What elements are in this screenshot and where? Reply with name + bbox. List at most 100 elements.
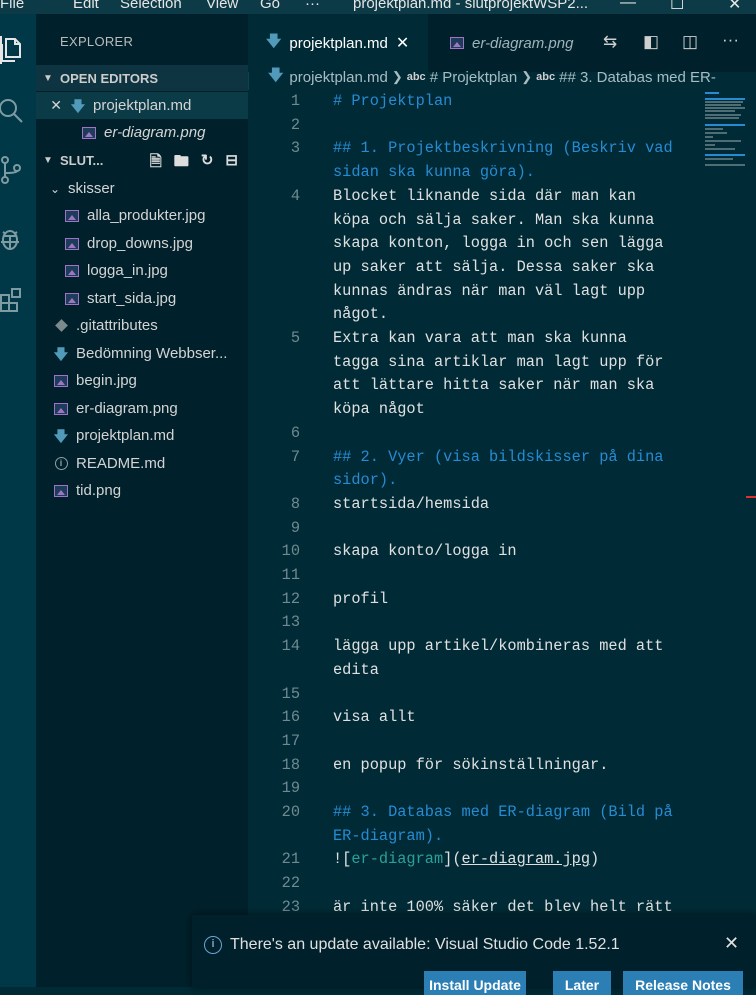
minimize-icon[interactable]: — (620, 0, 636, 12)
folder-header[interactable]: ▼ SLUT... 🗎 🖿 ↻ ⊟ (36, 147, 248, 173)
line-number: 11 (281, 566, 300, 584)
tree-item[interactable]: begin.jpg (36, 367, 248, 394)
code-line[interactable]: ## 2. Vyer (visa bildskisser på dina (333, 448, 663, 466)
chevron-down-icon: ⌄ (49, 181, 60, 196)
notification-message: There's an update available: Visual Stud… (230, 936, 620, 953)
code-line[interactable]: startsida/hemsida (333, 495, 489, 513)
minimap[interactable] (703, 90, 749, 170)
code-line[interactable]: köpa och sälja saker. Man ska kunna (333, 211, 654, 229)
code-line[interactable]: sidor). (333, 471, 397, 489)
code-line[interactable]: Extra kan vara att man ska kunna (333, 329, 627, 347)
open-editors-header[interactable]: ▼ OPEN EDITORS (36, 65, 248, 91)
tree-item[interactable]: er-diagram.png (36, 395, 248, 422)
breadcrumb-file[interactable]: projektplan.md (289, 69, 387, 86)
open-preview-icon[interactable]: ◧ (643, 32, 659, 52)
split-editor-icon[interactable]: ◫ (682, 32, 698, 52)
tree-item[interactable]: tid.png (36, 477, 248, 504)
maximize-icon[interactable]: ☐ (670, 0, 684, 14)
code-line[interactable]: up saker att sälja. Dessa saker ska (333, 258, 654, 276)
tree-item[interactable]: start_sida.jpg (36, 285, 248, 312)
tree-item[interactable]: logga_in.jpg (36, 257, 248, 284)
tree-item[interactable]: drop_downs.jpg (36, 230, 248, 257)
code-line[interactable]: kunnas ändras när man väl lagt upp (333, 282, 645, 300)
tree-item[interactable]: i README.md (36, 450, 248, 477)
code-line[interactable]: ![er-diagram](er-diagram.jpg) (333, 850, 599, 868)
chevron-right-icon: ❯ (521, 69, 533, 84)
code-line[interactable]: visa allt (333, 708, 416, 726)
code-line[interactable]: tagga sina artiklar man lagt upp för (333, 353, 663, 371)
release-notes-button[interactable]: Release Notes (623, 971, 743, 995)
code-line[interactable]: sidan ska kunna göra). (333, 163, 535, 181)
info-icon: i (54, 457, 68, 470)
search-activity[interactable] (0, 92, 36, 128)
chevron-down-icon: ▼ (43, 72, 53, 84)
open-editor-er-diagram[interactable]: er-diagram.png (36, 119, 248, 146)
more-actions-icon[interactable]: ··· (722, 30, 739, 50)
menu-edit[interactable]: Edit (73, 0, 99, 12)
code-line[interactable]: lägga upp artikel/kombineras med att (333, 637, 663, 655)
markdown-icon: 🡇 (53, 345, 69, 362)
code-line[interactable]: edita (333, 661, 379, 679)
code-line[interactable]: ER-diagram). (333, 827, 443, 845)
close-icon[interactable]: ✕ (396, 33, 409, 53)
close-icon[interactable]: ✕ (724, 933, 739, 954)
code-line[interactable]: något. (333, 305, 388, 323)
chevron-down-icon: ▼ (43, 154, 53, 166)
line-number: 14 (281, 637, 300, 656)
tree-item[interactable]: 🡇 Bedömning Webbser... (36, 340, 248, 367)
symbol-string-icon: abc (406, 71, 426, 83)
close-icon[interactable]: ✕ (36, 97, 62, 114)
code-line[interactable]: ## 3. Databas med ER-diagram (Bild på (333, 803, 673, 821)
line-number: 5 (290, 329, 300, 347)
code-line[interactable]: skapa konto/logga in (333, 542, 517, 560)
menu-file[interactable]: File (0, 0, 24, 12)
info-icon: i (204, 936, 222, 954)
tree-item[interactable]: .gitattributes (36, 312, 248, 339)
source-control-activity[interactable] (0, 152, 36, 188)
menu-view[interactable]: View (206, 0, 238, 12)
new-folder-icon[interactable]: 🖿 (174, 151, 189, 176)
debug-activity[interactable] (0, 220, 36, 256)
tree-folder-skisser[interactable]: ⌄ skisser (36, 175, 248, 202)
menu-more[interactable]: ··· (305, 0, 320, 12)
code-line[interactable]: Blocket liknande sida där man kan (333, 187, 636, 205)
line-number: 15 (281, 684, 300, 703)
breadcrumb-symbol[interactable]: ## 3. Databas med ER- (559, 69, 716, 86)
symbol-string-icon: abc (536, 71, 556, 83)
tree-item-label: logga_in.jpg (87, 262, 168, 279)
open-editor-label: projektplan.md (93, 97, 192, 114)
close-window-icon[interactable]: ✕ (728, 0, 741, 14)
line-number: 19 (281, 779, 300, 798)
menu-selection[interactable]: Selection (120, 0, 182, 12)
tree-item[interactable]: 🡇 projektplan.md (36, 422, 248, 449)
code-editor[interactable]: 1 # Projektplan 2 3 ## 1. Projektbeskrivning… (248, 90, 756, 987)
activity-bar (0, 14, 36, 987)
open-editor-projektplan[interactable]: ✕ 🡇 projektplan.md (36, 92, 248, 119)
extensions-icon (0, 288, 21, 312)
install-update-button[interactable]: Install Update (424, 971, 526, 995)
extensions-activity[interactable] (0, 282, 36, 318)
line-number: 7 (290, 447, 300, 466)
explorer-activity[interactable] (0, 32, 36, 68)
later-button[interactable]: Later (553, 971, 611, 995)
code-line[interactable]: # Projektplan (333, 92, 452, 110)
code-line[interactable]: en popup för sökinställningar. (333, 756, 608, 774)
code-line[interactable]: att lättare hitta saker när man ska (333, 376, 654, 394)
tree-item-label: alla_produkter.jpg (87, 207, 206, 224)
code-line[interactable]: köpa något (333, 400, 425, 418)
new-file-icon[interactable]: 🗎 (150, 151, 162, 176)
breadcrumb-symbol[interactable]: # Projektplan (430, 69, 518, 86)
menu-go[interactable]: Go (260, 0, 280, 12)
refresh-icon[interactable]: ↻ (201, 151, 214, 176)
code-line[interactable]: ## 1. Projektbeskrivning (Beskriv vad (333, 139, 673, 157)
image-icon (65, 237, 79, 250)
tree-item[interactable]: alla_produkter.jpg (36, 202, 248, 229)
code-line[interactable]: är inte 100% säker det blev helt rätt (333, 898, 673, 916)
line-number: 1 (290, 92, 300, 110)
code-line[interactable]: skapa konton, logga in och sen lägga (333, 234, 663, 252)
line-number: 23 (281, 897, 300, 916)
open-changes-icon[interactable]: ⇆ (603, 32, 617, 52)
line-number: 18 (281, 755, 300, 774)
code-line[interactable]: profil (333, 590, 388, 608)
collapse-all-icon[interactable]: ⊟ (225, 151, 238, 176)
